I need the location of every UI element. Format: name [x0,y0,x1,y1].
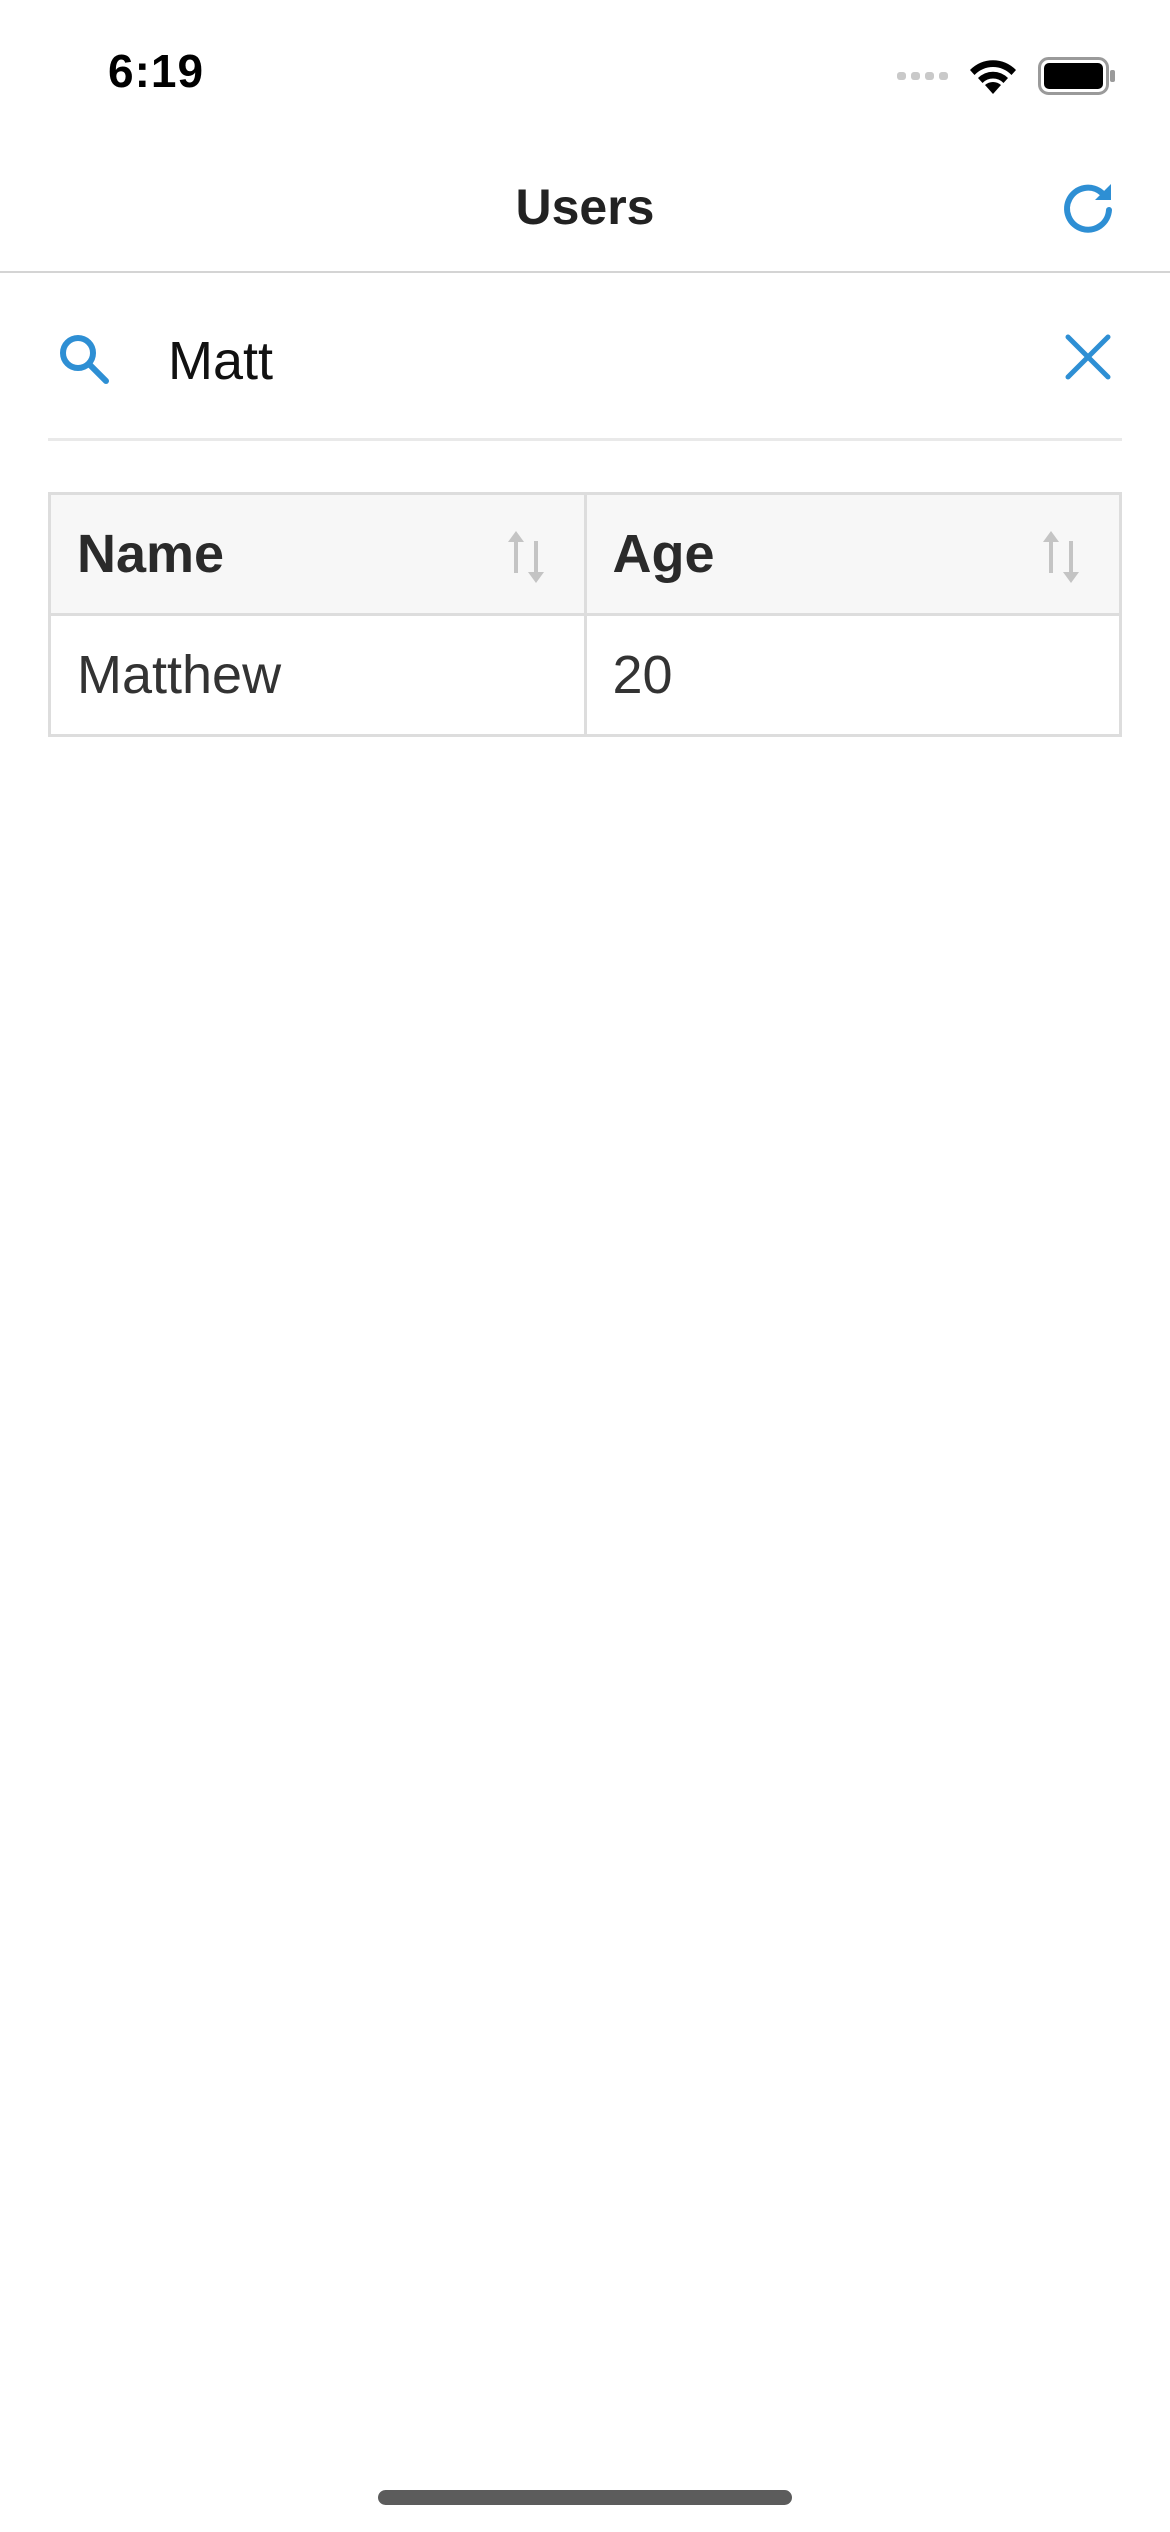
search-bar [48,295,1122,441]
cell-name: Matthew [48,613,587,737]
table-header-row: Name Age [48,492,1122,616]
search-icon [60,335,109,384]
refresh-icon [1064,184,1112,233]
column-header-age[interactable]: Age [583,492,1122,616]
wifi-icon [970,60,1016,94]
cellular-signal-icon [897,72,948,80]
status-bar: 6:19 [0,0,1170,140]
navigation-bar: Users [0,140,1170,273]
sort-icon[interactable] [1039,529,1083,585]
close-icon [1065,334,1111,380]
sort-icon[interactable] [504,529,548,585]
home-indicator[interactable] [378,2490,792,2505]
cell-age: 20 [583,613,1122,737]
column-header-label: Age [612,524,715,584]
clear-search-button[interactable] [1062,331,1114,383]
table-row[interactable]: Matthew 20 [48,613,1122,737]
search-input[interactable] [168,321,968,401]
users-table: Name Age Matthew 20 [48,492,1122,737]
refresh-button[interactable] [1058,178,1118,238]
page-title: Users [515,179,655,235]
battery-icon [1038,57,1115,95]
column-header-label: Name [77,524,225,584]
column-header-name[interactable]: Name [48,492,587,616]
status-time: 6:19 [108,45,205,97]
status-icons [897,56,1116,96]
